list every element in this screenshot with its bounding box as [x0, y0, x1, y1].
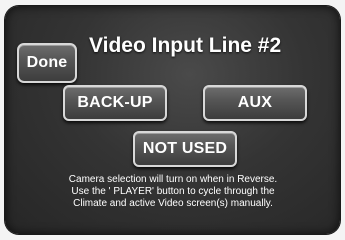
- instructions-text: Camera selection will turn on when in Re…: [23, 174, 323, 210]
- instructions-line: Camera selection will turn on when in Re…: [68, 174, 278, 185]
- not-used-option-button[interactable]: NOT USED: [133, 131, 237, 167]
- page-title: Video Input Line #2: [89, 34, 282, 57]
- instructions-line: Use the ' PLAYER' button to cycle throug…: [71, 186, 275, 197]
- video-input-screen: Done Video Input Line #2 BACK-UP AUX NOT…: [5, 6, 340, 234]
- backup-option-button[interactable]: BACK-UP: [63, 85, 167, 121]
- aux-option-button[interactable]: AUX: [203, 85, 307, 121]
- done-button[interactable]: Done: [17, 43, 77, 83]
- display-frame: Done Video Input Line #2 BACK-UP AUX NOT…: [0, 0, 345, 240]
- instructions-line: Climate and active Video screen(s) manua…: [73, 198, 273, 209]
